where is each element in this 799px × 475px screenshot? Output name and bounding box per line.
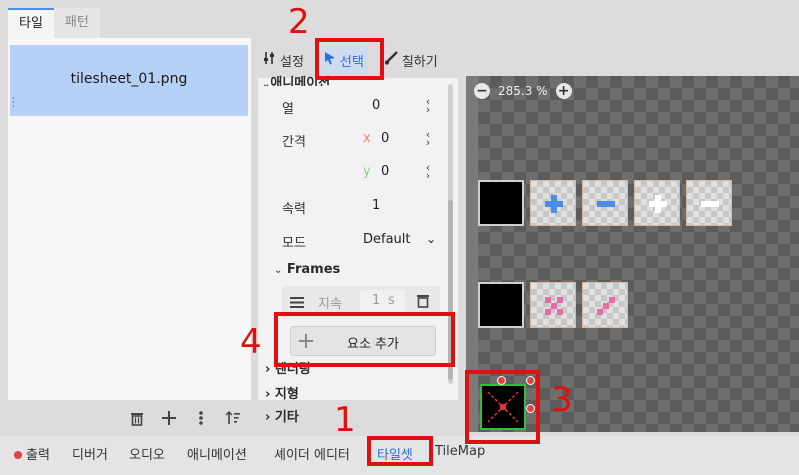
annotation-number-3: 3 xyxy=(551,380,573,420)
tab-output[interactable]: 출력 xyxy=(14,444,50,463)
drag-handle-icon[interactable] xyxy=(290,296,304,312)
mode-select[interactable]: Default xyxy=(363,232,411,247)
spacing-x-field[interactable]: 0 xyxy=(381,131,389,146)
section-misc[interactable]: › 기타 xyxy=(265,406,299,425)
tile[interactable] xyxy=(686,180,732,226)
brush-icon xyxy=(384,51,398,69)
frames-header[interactable]: ⌄ Frames xyxy=(274,262,340,277)
tile[interactable] xyxy=(478,282,524,328)
tile[interactable] xyxy=(530,282,576,328)
columns-field[interactable]: 0 xyxy=(372,98,380,113)
spacing-x-stepper-icon[interactable]: ‹ › xyxy=(422,129,434,148)
tab-debugger[interactable]: 디버거 xyxy=(72,444,108,463)
plus-icon[interactable] xyxy=(160,409,178,427)
columns-stepper-icon[interactable]: ‹ › xyxy=(422,96,434,115)
tile[interactable] xyxy=(582,180,628,226)
list-actions xyxy=(128,407,248,429)
tab-audio[interactable]: 오디오 xyxy=(129,444,165,463)
trash-icon[interactable] xyxy=(128,409,146,427)
settings-button[interactable]: 설정 xyxy=(258,46,308,74)
tab-animation[interactable]: 애니메이션 xyxy=(187,444,247,463)
zoom-in-button[interactable]: + xyxy=(555,83,572,99)
error-dot-icon xyxy=(14,451,22,459)
speed-label: 속력 xyxy=(282,202,306,217)
tab-patterns[interactable]: 패턴 xyxy=(53,8,100,38)
annotation-box-2 xyxy=(315,38,384,80)
settings-icon xyxy=(262,51,276,69)
zoom-out-button[interactable]: − xyxy=(474,83,490,99)
zoom-level: 285.3 % xyxy=(498,84,548,98)
more-vertical-icon[interactable] xyxy=(192,409,210,427)
zoom-controls: − 285.3 % + xyxy=(474,82,572,100)
list-item-tilesheet[interactable]: tilesheet_01.png · · · xyxy=(10,45,248,116)
annotation-number-1: 1 xyxy=(334,400,356,440)
annotation-box-1 xyxy=(367,436,433,466)
annotation-number-2: 2 xyxy=(288,2,310,42)
annotation-box-4 xyxy=(274,312,455,367)
tab-tilemap[interactable]: TileMap xyxy=(435,444,485,459)
mode-label: 모드 xyxy=(282,236,306,251)
section-terrain[interactable]: › 지형 xyxy=(265,383,299,402)
paint-button[interactable]: 칠하기 xyxy=(380,46,442,74)
columns-label: 열 xyxy=(282,102,294,117)
spacing-label: 간격 xyxy=(282,135,306,150)
annotation-number-4: 4 xyxy=(240,322,262,362)
tile[interactable] xyxy=(530,180,576,226)
speed-field[interactable]: 1 xyxy=(372,198,380,213)
trash-icon[interactable] xyxy=(416,293,430,312)
tile-tabs: 타일 패턴 xyxy=(8,8,100,38)
tab-shader-editor[interactable]: 셰이더 에디터 xyxy=(274,444,350,463)
tile[interactable] xyxy=(634,180,680,226)
chevron-down-icon[interactable]: ⌄ xyxy=(426,232,436,246)
sort-icon[interactable] xyxy=(224,409,242,427)
spacing-y-field[interactable]: 0 xyxy=(381,164,389,179)
tab-tiles[interactable]: 타일 xyxy=(8,8,54,38)
annotation-box-3 xyxy=(465,370,540,444)
paint-label: 칠하기 xyxy=(401,54,438,70)
spacing-x-axis: x xyxy=(363,131,371,146)
tile[interactable] xyxy=(582,282,628,328)
tile[interactable] xyxy=(478,180,524,226)
file-name: tilesheet_01.png xyxy=(70,71,188,87)
duration-field[interactable]: 1 s xyxy=(360,290,405,314)
drag-handle-icon[interactable]: · · · xyxy=(12,95,15,112)
duration-label: 지속 xyxy=(318,297,342,312)
spacing-y-stepper-icon[interactable]: ‹ › xyxy=(422,162,434,181)
settings-label: 설정 xyxy=(280,54,304,70)
spacing-y-axis: y xyxy=(363,164,371,179)
chevron-down-icon: ⌄ xyxy=(274,265,283,276)
